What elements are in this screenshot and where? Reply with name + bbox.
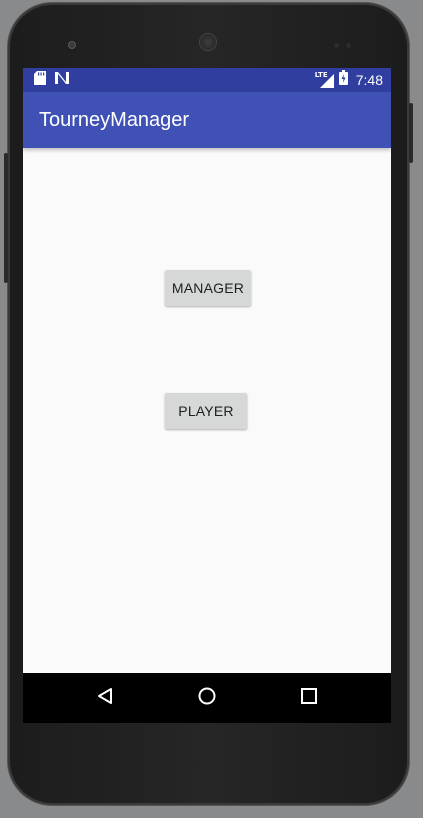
battery-icon: [338, 70, 348, 90]
front-camera-icon: [68, 41, 76, 49]
power-button: [409, 103, 413, 163]
recents-icon: [300, 687, 318, 710]
status-left-icons: [34, 70, 70, 90]
phone-screen: LTE 7:48 TourneyManager MANAGER PLAYER: [23, 68, 391, 723]
n-notification-icon: [54, 71, 70, 90]
main-content: MANAGER PLAYER: [23, 148, 391, 673]
navigation-bar: [23, 673, 391, 723]
player-button[interactable]: PLAYER: [165, 393, 247, 429]
status-right-icons: LTE 7:48: [314, 68, 383, 92]
lte-badge: LTE: [314, 71, 328, 79]
home-icon: [197, 686, 217, 711]
light-sensor-icon: [346, 43, 351, 48]
back-icon: [96, 687, 114, 710]
app-bar: TourneyManager: [23, 92, 391, 148]
status-time: 7:48: [355, 72, 383, 88]
proximity-sensor-icon: [334, 43, 339, 48]
earpiece-speaker-icon: [199, 33, 217, 51]
volume-button: [4, 153, 8, 283]
manager-button[interactable]: MANAGER: [165, 270, 251, 306]
back-button[interactable]: [93, 686, 117, 710]
sd-card-icon: [34, 70, 46, 90]
app-title: TourneyManager: [39, 109, 190, 131]
home-button[interactable]: [195, 686, 219, 710]
recents-button[interactable]: [297, 686, 321, 710]
lte-signal-icon: LTE: [314, 71, 334, 88]
status-bar: LTE 7:48: [23, 68, 391, 92]
